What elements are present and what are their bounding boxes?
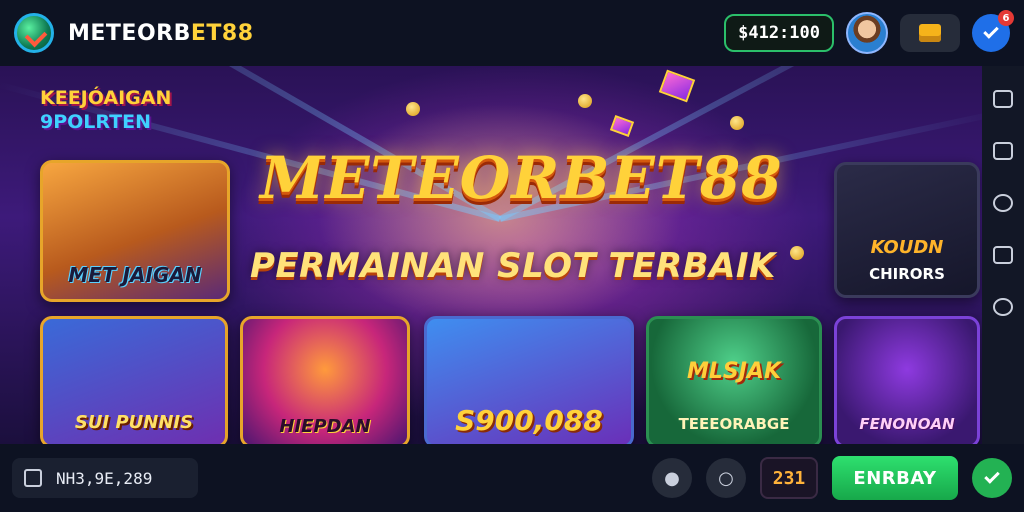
hero-subtitle: PERMAINAN SLOT TERBAIK [250,246,776,286]
promo-line-2: 9POLRTEN [40,111,152,133]
gift-box-icon [919,24,941,42]
brand-name[interactable]: METEORBET88 [68,21,254,46]
brand-name-part1: METEORB [68,20,191,46]
coin-decoration [730,116,744,130]
game-card-5[interactable]: S900,088 [424,316,634,444]
gem-decoration [609,115,635,137]
notification-badge: 6 [998,10,1014,26]
top-bar-actions: $412:100 6 [724,10,1014,54]
confirm-button[interactable] [972,458,1012,498]
clock-icon[interactable] [993,298,1013,316]
user-icon[interactable]: ● [652,458,692,498]
game-card-label: KOUDN [870,237,944,258]
game-card-sublabel: TEEEORABGE [678,415,790,433]
game-card-4[interactable]: HIEPDAN [240,316,410,444]
game-card-sublabel: CHIRORS [869,265,945,283]
hero-banner[interactable]: KEEJÓAIGAN 9POLRTEN METEORBET88 PERMAINA… [0,66,982,444]
brand-name-part2: ET88 [190,20,254,46]
chat-icon[interactable] [993,194,1013,212]
game-card-label: MLSJAK [686,359,781,384]
image-icon[interactable] [993,90,1013,108]
check-icon [984,468,1000,484]
account-field[interactable]: NH3,9E,289 [12,458,198,498]
game-card-label: FENONOAN [859,415,955,433]
game-card-label: HIEPDAN [279,416,371,437]
hero-title: METEORBET88 [260,144,783,212]
right-side-rail [982,66,1024,444]
top-bar: METEORBET88 $412:100 6 [0,0,1024,66]
game-card-label: SUI PUNNIS [74,412,194,433]
game-card-label: MET JAIGAN [68,263,202,287]
account-checkbox[interactable] [24,469,42,487]
credit-counter: 231 [760,457,818,499]
gem-decoration [658,69,696,103]
coin-decoration [790,246,804,260]
coin-decoration [578,94,592,108]
gift-button[interactable] [900,14,960,52]
game-card-6[interactable]: MLSJAK TEEEORABGE [646,316,822,444]
game-card-1[interactable]: MET JAIGAN [40,160,230,302]
chart-icon[interactable] [993,142,1013,160]
app-root: METEORBET88 $412:100 6 KEEJÓAIGAN 9POLRT [0,0,1024,512]
game-card-label: S900,088 [455,404,603,437]
user-avatar[interactable] [846,12,888,54]
bottom-bar: NH3,9E,289 ● ○ 231 ENRBAY [0,444,1024,512]
game-card-7[interactable]: FENONOAN [834,316,980,444]
check-icon [983,23,999,39]
home-icon[interactable] [993,246,1013,264]
play-button[interactable]: ENRBAY [832,456,958,500]
notifications-button[interactable]: 6 [972,10,1014,52]
coin-decoration [406,102,420,116]
game-card-3[interactable]: SUI PUNNIS [40,316,228,444]
bottom-bar-actions: ● ○ 231 ENRBAY [652,456,1012,500]
account-number: NH3,9E,289 [56,468,153,488]
brand-logo-icon[interactable] [14,13,54,53]
balance-display[interactable]: $412:100 [724,14,834,52]
support-icon[interactable]: ○ [706,458,746,498]
promo-line-1: KEEJÓAIGAN [40,87,172,109]
promo-tag: KEEJÓAIGAN 9POLRTEN [40,86,171,134]
game-card-2[interactable]: KOUDN CHIRORS [834,162,980,298]
